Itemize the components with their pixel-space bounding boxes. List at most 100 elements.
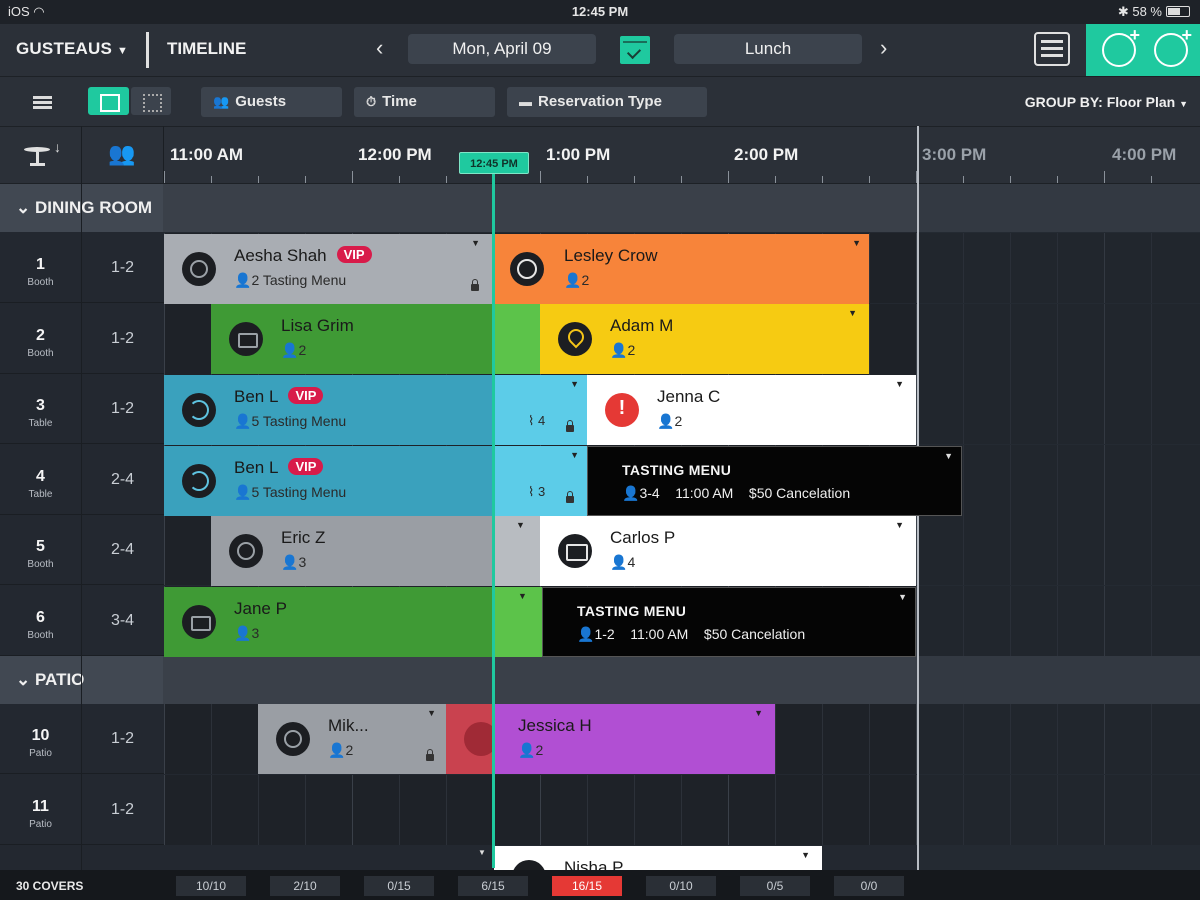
time-label: 4:00 PM (1112, 145, 1177, 164)
reservation-meta: 👤5 Tasting Menu (234, 413, 347, 429)
grid-line (775, 774, 776, 845)
lock-icon (471, 279, 479, 291)
reservation-block[interactable]: Lisa Grim 👤2 ▼ (211, 304, 540, 374)
caret-down-icon[interactable]: ▼ (895, 520, 904, 530)
prev-day-button[interactable]: ‹ (376, 35, 383, 61)
person-icon: 👤 (564, 272, 582, 288)
overlap-segment: ⌇ 3 ▼ (494, 446, 587, 516)
tasting-menu-block[interactable]: TASTING MENU 👤3-4 11:00 AM $50 Cancelati… (587, 446, 962, 516)
caret-down-icon[interactable]: ▼ (754, 708, 763, 718)
partially-seated-icon (182, 393, 216, 427)
battery-icon (1166, 6, 1190, 17)
reservation-block[interactable]: Eric Z 👤3 (211, 516, 494, 586)
person-icon: 👤 (234, 484, 252, 500)
seated-status-icon (182, 252, 216, 286)
grid-line (305, 774, 306, 845)
event-meta: 👤3-4 11:00 AM $50 Cancelation (622, 485, 851, 501)
person-icon: 👤 (234, 272, 252, 288)
divider (163, 126, 164, 184)
caret-down-icon[interactable]: ▼ (895, 379, 904, 389)
overlap-segment: ▼ (494, 516, 540, 586)
reservation-block[interactable]: Adam M 👤2 ▼ (540, 304, 869, 374)
time-tick (305, 176, 306, 183)
event-title: TASTING MENU (622, 462, 732, 478)
time-filter[interactable]: ⏱ Time (354, 87, 495, 117)
restaurant-selector[interactable]: GUSTEAUS ▼ (16, 39, 128, 59)
caret-down-icon[interactable]: ▼ (516, 520, 536, 530)
table-capacity: 1-2 (110, 329, 135, 347)
caret-down-icon[interactable]: ▼ (478, 848, 486, 857)
grid-line (869, 303, 870, 374)
table-sort-icon[interactable]: ↓ (24, 139, 61, 169)
service-selector[interactable]: Lunch (674, 34, 862, 64)
covers-count: 0/5 (740, 876, 810, 896)
timeline-view-toggle[interactable] (88, 87, 129, 115)
vip-badge: VIP (336, 246, 372, 263)
overlap-segment: ▼ (494, 587, 542, 657)
caret-down-icon: ▼ (117, 45, 129, 57)
list-view-icon[interactable] (33, 96, 52, 99)
covers-count: 10/10 (176, 876, 246, 896)
caret-down-icon[interactable]: ▼ (801, 850, 810, 860)
reservation-block[interactable]: Mik... 👤2 ▼ (258, 704, 446, 774)
grid-line (634, 774, 635, 845)
time-tick (869, 176, 870, 183)
time-tick (963, 176, 964, 183)
reservation-block[interactable]: Ben L VIP 👤5 Tasting Menu (164, 446, 494, 516)
person-icon: 👤 (610, 554, 628, 570)
person-icon: 👤 (657, 413, 675, 429)
add-walkin-icon[interactable] (1102, 25, 1140, 67)
caret-down-icon[interactable]: ▼ (848, 308, 857, 318)
grid-view-toggle[interactable] (131, 87, 171, 115)
reservation-block[interactable]: Lesley Crow 👤2 ▼ (494, 234, 869, 304)
calendar-icon[interactable] (620, 36, 650, 64)
table-number: 5 (36, 538, 45, 556)
date-selector[interactable]: Mon, April 09 (408, 34, 596, 64)
reservation-block[interactable]: Jenna C 👤2 ▼ (587, 375, 916, 445)
group-by-selector[interactable]: GROUP BY: Floor Plan ▼ (1025, 94, 1188, 110)
reservation-type-filter[interactable]: ▬ Reservation Type (507, 87, 707, 117)
time-label: 3:00 PM (922, 145, 987, 164)
floor-plan-icon[interactable] (1034, 32, 1070, 66)
lock-icon (566, 491, 574, 503)
card-status-icon (182, 605, 216, 639)
party-size-icon[interactable]: 👥 (108, 141, 135, 167)
caret-down-icon[interactable]: ▼ (944, 451, 953, 461)
caret-down-icon[interactable]: ▼ (898, 592, 907, 602)
reservation-block[interactable]: Aesha Shah VIP 👤2 Tasting Menu ▼ (164, 234, 494, 304)
guests-filter[interactable]: 👥 Guests (201, 87, 342, 117)
table-type: Patio (29, 748, 52, 759)
grid-line (775, 704, 776, 774)
guest-name: Aesha Shah (234, 246, 327, 265)
reservation-block[interactable]: Carlos P 👤4 ▼ (540, 516, 916, 586)
guest-name: Jessica H (518, 716, 592, 735)
caret-down-icon[interactable]: ▼ (471, 238, 480, 248)
book-icon (558, 534, 592, 568)
caret-down-icon[interactable]: ▼ (518, 591, 534, 601)
caret-down-icon[interactable]: ▼ (852, 238, 861, 248)
reservation-block[interactable]: Jane P 👤3 (164, 587, 494, 657)
covers-count: 0/0 (834, 876, 904, 896)
caret-down-icon[interactable]: ▼ (427, 708, 436, 718)
overlap-segment (446, 704, 494, 774)
divider (81, 126, 82, 870)
guest-name: Ben L (234, 387, 279, 406)
course-count: ⌇ 3 (528, 484, 546, 499)
battery: ✱ 58 % (1118, 4, 1190, 20)
add-reservation-icon[interactable] (1154, 25, 1192, 67)
covers-total: 30 COVERS (16, 879, 84, 893)
caret-down-icon[interactable]: ▼ (570, 379, 579, 389)
tasting-menu-block[interactable]: TASTING MENU 👤1-2 11:00 AM $50 Cancelati… (542, 587, 916, 657)
event-title: TASTING MENU (577, 603, 687, 619)
reservation-meta: 👤5 Tasting Menu (234, 484, 347, 500)
next-day-button[interactable]: › (880, 35, 887, 61)
reservation-block[interactable]: Nisha P ▼ (494, 846, 822, 870)
booked-status-icon (510, 252, 544, 286)
section-label: ⌄ DINING ROOM (16, 198, 153, 217)
alert-icon (605, 393, 639, 427)
time-tick (634, 176, 635, 183)
reservation-block[interactable]: Jessica H 👤2 ▼ (494, 704, 775, 774)
caret-down-icon[interactable]: ▼ (570, 450, 579, 460)
overlap-segment: ⌇ 4 ▼ (494, 375, 587, 445)
reservation-block[interactable]: Ben L VIP 👤5 Tasting Menu (164, 375, 494, 445)
